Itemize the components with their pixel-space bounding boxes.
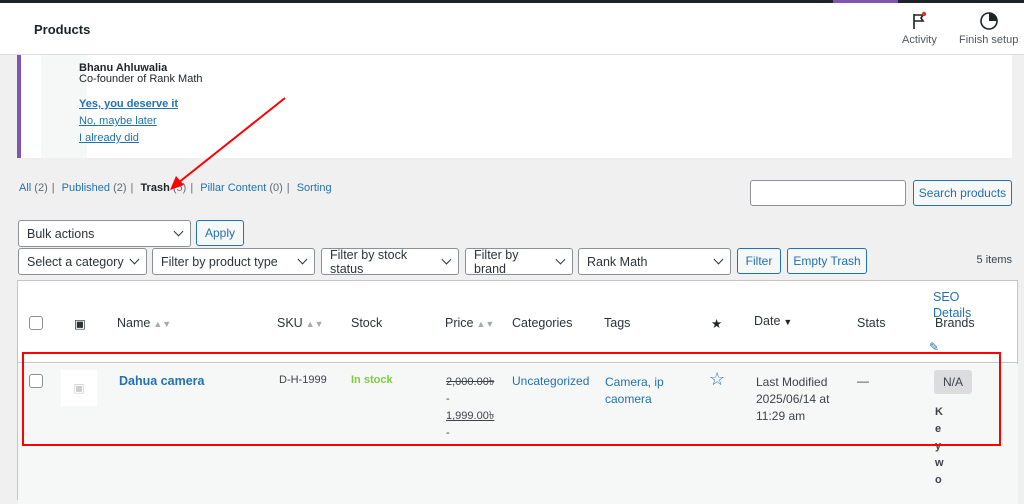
annotation-arrow-icon xyxy=(170,97,286,190)
